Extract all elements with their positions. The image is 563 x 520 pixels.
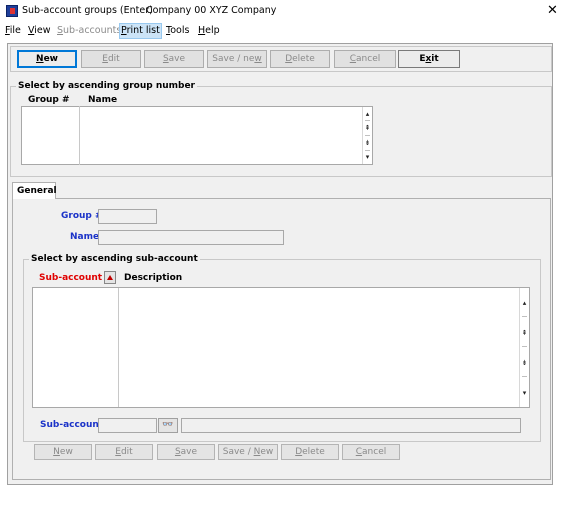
scroll-top-icon[interactable]: ▴: [363, 109, 372, 119]
sub-edit-button[interactable]: Edit: [95, 444, 153, 460]
page-down-icon[interactable]: ⇟: [363, 138, 372, 148]
col-sub-account[interactable]: Sub-account: [39, 273, 102, 283]
menu-print-list[interactable]: Print list: [119, 23, 162, 39]
delete-button[interactable]: Delete: [270, 50, 330, 68]
sub-save-button[interactable]: Save: [157, 444, 215, 460]
edit-button[interactable]: Edit: [81, 50, 141, 68]
sub-account-select-title: Select by ascending sub-account: [29, 254, 200, 264]
name-label: Name: [70, 232, 100, 242]
new-button[interactable]: New: [17, 50, 77, 68]
tab-general[interactable]: General: [12, 182, 57, 199]
name-field[interactable]: [98, 230, 284, 245]
sub-account-field[interactable]: [98, 418, 157, 433]
menu-bar: File View Sub-accounts Print list Tools …: [0, 22, 563, 39]
sub-col-divider: [118, 288, 119, 407]
scroll-separator: [365, 120, 370, 121]
scroll-separator: [522, 316, 527, 317]
cancel-button[interactable]: Cancel: [334, 50, 396, 68]
sub-list-scrollbar[interactable]: ▴ ⇞ ⇟ ▾: [519, 288, 529, 407]
sub-account-description-field[interactable]: [181, 418, 521, 433]
menu-sub-accounts[interactable]: Sub-accounts: [56, 25, 122, 36]
col-description[interactable]: Description: [124, 273, 182, 283]
group-list[interactable]: [21, 106, 373, 165]
scroll-bottom-icon[interactable]: ▾: [363, 152, 372, 162]
page-up-icon[interactable]: ⇞: [363, 123, 372, 133]
scroll-separator: [365, 150, 370, 151]
page-up-icon[interactable]: ⇞: [520, 328, 529, 338]
group-select-title: Select by ascending group number: [16, 81, 197, 91]
scroll-separator: [365, 135, 370, 136]
menu-tools[interactable]: Tools: [165, 25, 190, 36]
scroll-separator: [522, 346, 527, 347]
group-number-label: Group #: [61, 211, 103, 221]
scroll-top-icon[interactable]: ▴: [520, 298, 529, 308]
sub-new-button[interactable]: New: [34, 444, 92, 460]
menu-help[interactable]: Help: [197, 25, 221, 36]
page-down-icon[interactable]: ⇟: [520, 358, 529, 368]
scroll-bottom-icon[interactable]: ▾: [520, 388, 529, 398]
sub-account-list[interactable]: [32, 287, 530, 408]
group-number-field[interactable]: [98, 209, 157, 224]
exit-button[interactable]: Exit: [398, 50, 460, 68]
app-icon: [6, 5, 18, 17]
menu-file[interactable]: File: [4, 25, 22, 36]
menu-view[interactable]: View: [27, 25, 52, 36]
company-label: Company 00 XYZ Company: [146, 5, 277, 16]
group-col-divider: [79, 106, 80, 165]
save-new-button[interactable]: Save / new: [207, 50, 267, 68]
sub-save-new-button[interactable]: Save / New: [218, 444, 278, 460]
binoculars-icon[interactable]: 👓: [158, 418, 178, 433]
group-list-scrollbar[interactable]: ▴ ⇞ ⇟ ▾: [362, 107, 372, 164]
save-button[interactable]: Save: [144, 50, 204, 68]
close-icon[interactable]: ✕: [547, 3, 558, 18]
col-group-number[interactable]: Group #: [28, 95, 70, 105]
sub-account-label: Sub-account: [40, 420, 104, 430]
window-title: Sub-account groups (Enter): [22, 5, 153, 16]
scroll-separator: [522, 376, 527, 377]
sort-ascending-icon[interactable]: [104, 271, 116, 284]
sub-cancel-button[interactable]: Cancel: [342, 444, 400, 460]
col-group-name[interactable]: Name: [88, 95, 117, 105]
sub-delete-button[interactable]: Delete: [281, 444, 339, 460]
